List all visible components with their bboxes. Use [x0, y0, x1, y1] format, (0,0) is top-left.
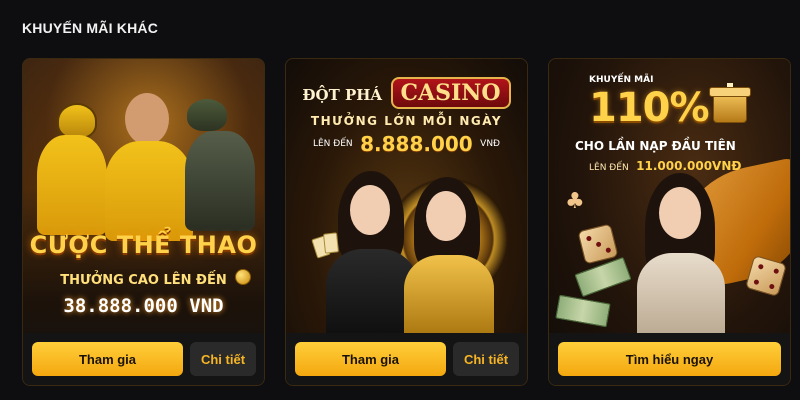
military-helmet-icon [187, 99, 227, 131]
promo-percent: 110% [589, 85, 710, 131]
player-figure-left [37, 135, 107, 235]
dealer-figure-right-face [426, 191, 466, 241]
promo-headline: ĐỘT PHÁ CASINO [286, 77, 527, 109]
promo-headline: CƯỢC THỂ THAO [29, 231, 258, 259]
cash-stack-icon [574, 256, 632, 298]
promo-amount-row: LÊN ĐẾN 11.000.000VNĐ [589, 157, 741, 175]
learn-more-button[interactable]: Tìm hiểu ngay [558, 342, 781, 376]
coin-icon [235, 269, 251, 285]
gift-box-icon [713, 93, 747, 123]
promo-subline: THƯỞNG LỚN MỖI NGÀY [310, 114, 503, 128]
details-button[interactable]: Chi tiết [453, 342, 519, 376]
promo-subline: THƯỞNG CAO LÊN ĐẾN [60, 273, 227, 288]
promo-card-casino[interactable]: ĐỘT PHÁ CASINO THƯỞNG LỚN MỖI NGÀY LÊN Đ… [285, 58, 528, 386]
section-title: KHUYẾN MÃI KHÁC [22, 20, 158, 36]
player-figure-center [105, 141, 193, 241]
promo-card-sports[interactable]: CƯỢC THỂ THAO THƯỞNG CAO LÊN ĐẾN 38.888.… [22, 58, 265, 386]
casino-badge: CASINO [390, 77, 511, 109]
player-figure-right [185, 131, 255, 231]
player-figure-center-head [125, 93, 169, 145]
model-figure-face [659, 187, 701, 239]
cash-stack-icon [555, 294, 611, 328]
dealer-figure-right-dress [404, 255, 494, 339]
playing-card-icon [322, 232, 340, 254]
gift-box-lid [709, 87, 751, 97]
amount-suffix: VNĐ [480, 139, 501, 149]
join-button[interactable]: Tham gia [295, 342, 446, 376]
promo-subline: CHO LẦN NẠP ĐẦU TIÊN [575, 139, 736, 153]
details-button[interactable]: Chi tiết [190, 342, 256, 376]
amount-prefix: LÊN ĐẾN [312, 139, 353, 149]
dice-icon [577, 223, 619, 265]
promo-amount: 8.888.000 [360, 132, 473, 156]
amount-prefix: LÊN ĐẾN [589, 163, 629, 173]
promo-amount: 11.000.000VNĐ [636, 159, 742, 173]
football-helmet-icon [57, 103, 97, 139]
dealer-figure-left-face [350, 185, 390, 235]
model-figure-dress [637, 253, 725, 339]
promo-card-first-deposit[interactable]: KHUYẾN MÃI 110% CHO LẦN NẠP ĐẦU TIÊN LÊN… [548, 58, 791, 386]
join-button[interactable]: Tham gia [32, 342, 183, 376]
club-suit-icon: ♣ [565, 189, 585, 214]
promo-kicker: KHUYẾN MÃI [589, 75, 654, 85]
promo-amount: 38.888.000 VND [63, 295, 224, 317]
headline-prefix: ĐỘT PHÁ [302, 86, 383, 104]
promo-amount-row: LÊN ĐẾN 8.888.000 VNĐ [286, 132, 527, 156]
